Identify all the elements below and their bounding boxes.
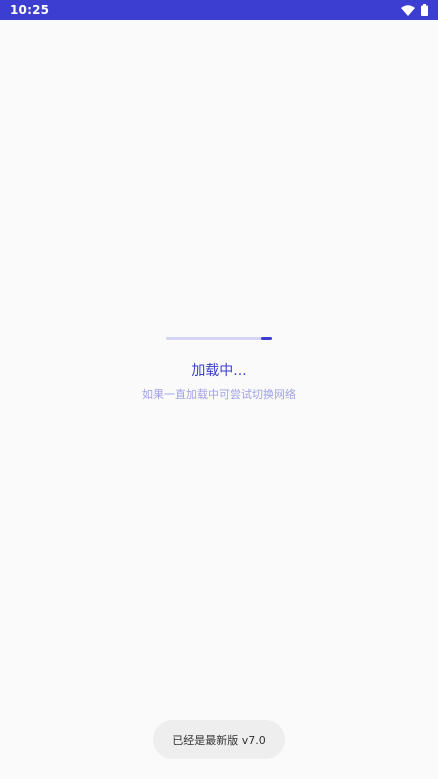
status-bar: 10:25: [0, 0, 438, 20]
status-time: 10:25: [10, 3, 50, 17]
progress-indicator: [261, 337, 272, 340]
toast: 已经是最新版 v7.0: [153, 720, 285, 759]
loading-title: 加载中...: [191, 363, 247, 379]
progress-track: [166, 337, 272, 340]
loading-hint: 如果一直加载中可尝试切换网络: [142, 388, 296, 401]
wifi-icon: [401, 4, 415, 16]
status-icons: [401, 3, 428, 17]
battery-icon: [421, 4, 428, 16]
loading-progress-bar: [166, 337, 272, 340]
toast-message: 已经是最新版 v7.0: [172, 733, 266, 747]
